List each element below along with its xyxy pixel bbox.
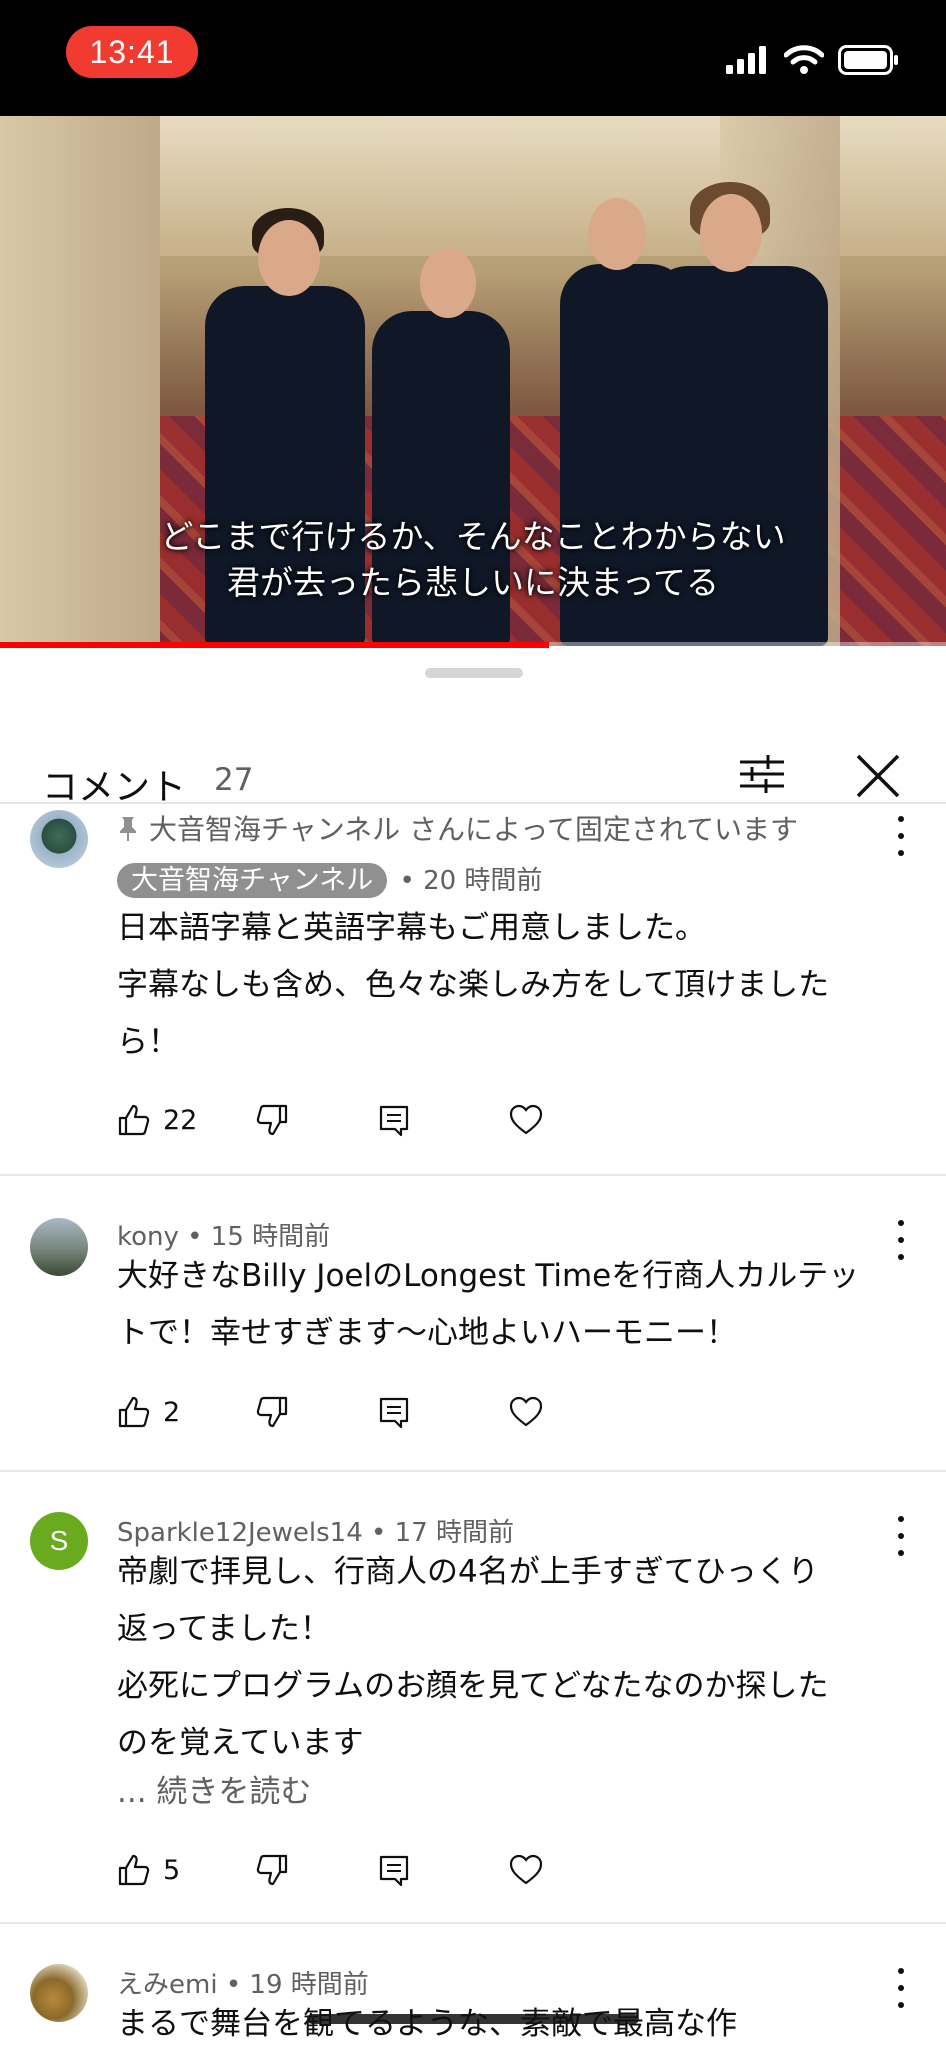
heart-button[interactable] — [509, 1390, 543, 1434]
performer-head — [700, 194, 762, 272]
thumbs-up-icon — [118, 1854, 150, 1886]
comment-line: 大好きなBilly JoelのLongest Timeを行商人カルテッ — [117, 1258, 860, 1294]
pinned-text: 大音智海チャンネル さんによって固定されています — [149, 813, 798, 846]
pinned-label: 大音智海チャンネル さんによって固定されています — [117, 808, 798, 848]
reply-button[interactable] — [377, 1098, 411, 1142]
reply-icon — [379, 1105, 409, 1137]
battery-icon — [838, 45, 898, 75]
like-button[interactable]: 2 — [117, 1390, 180, 1434]
comment-meta: 大音智海チャンネル • 20 時間前 — [117, 858, 543, 898]
thumbs-down-icon — [256, 1104, 288, 1136]
sliders-icon — [740, 755, 784, 793]
status-icons — [726, 40, 900, 80]
comment-line: ら！ — [117, 1024, 179, 1060]
comment-divider — [0, 1470, 946, 1472]
comment-line: 字幕なしも含め、色々な楽しみ方をして頂けました — [117, 967, 830, 1003]
comment-author[interactable]: 大音智海チャンネル — [117, 863, 388, 898]
thumbs-down-icon — [256, 1396, 288, 1428]
video-player[interactable]: どこまで行けるか、そんなことわからない 君が去ったら悲しいに決まってる — [0, 116, 946, 646]
home-indicator[interactable] — [307, 2014, 639, 2024]
performer-head — [258, 220, 320, 296]
dislike-button[interactable] — [255, 1098, 289, 1142]
avatar[interactable] — [30, 1218, 88, 1276]
reply-button[interactable] — [377, 1390, 411, 1434]
comment-line: トで！幸せすぎます〜心地よいハーモニー！ — [117, 1315, 737, 1351]
like-count: 2 — [163, 1396, 181, 1428]
performer-head — [420, 248, 476, 318]
read-more-link[interactable]: ... 続きを読む — [117, 1766, 311, 1811]
performer-head — [588, 198, 646, 270]
comment-item: kony • 15 時間前 大好きなBilly JoelのLongest Tim… — [0, 1180, 946, 1470]
avatar[interactable]: S — [30, 1512, 88, 1570]
avatar[interactable] — [30, 810, 88, 868]
comment-item: えみemi • 19 時間前 まるで舞台を観てるような、素敵で最高な作 — [0, 1928, 946, 2048]
like-button[interactable]: 5 — [117, 1848, 180, 1892]
thumbs-up-icon — [118, 1104, 150, 1136]
close-button[interactable] — [850, 748, 906, 804]
video-subtitle-line-2: 君が去ったら悲しいに決まってる — [226, 563, 720, 602]
comment-line: 帝劇で拝見し、行商人の4名が上手すぎてひっくり — [117, 1554, 819, 1590]
video-subtitle-line-1: どこまで行けるか、そんなことわからない — [160, 517, 786, 556]
wifi-icon — [784, 45, 824, 74]
comment-text: 大好きなBilly JoelのLongest Timeを行商人カルテッ トで！幸… — [117, 1248, 917, 1362]
thumbs-down-icon — [256, 1854, 288, 1886]
comment-line: 返ってました！ — [117, 1611, 331, 1647]
comment-text: まるで舞台を観てるような、素敵で最高な作 — [117, 1996, 917, 2053]
like-button[interactable]: 22 — [117, 1098, 197, 1142]
comment-item: S Sparkle12Jewels14 • 17 時間前 帝劇で拝見し、行商人の… — [0, 1476, 946, 1922]
comment-time: • 20 時間前 — [399, 866, 543, 896]
status-bar: 13:41 — [0, 0, 946, 116]
heart-button[interactable] — [509, 1098, 543, 1142]
heart-icon — [509, 1104, 543, 1135]
more-options-icon[interactable] — [896, 816, 906, 856]
comment-line: 必死にプログラムのお顔を見てどなたなのか探した — [117, 1668, 829, 1704]
comment-text: 帝劇で拝見し、行商人の4名が上手すぎてひっくり 返ってました！ 必死にプログラム… — [117, 1544, 917, 1772]
heart-icon — [509, 1396, 543, 1427]
comment-actions: 5 — [117, 1848, 567, 1892]
comment-item: 大音智海チャンネル さんによって固定されています 大音智海チャンネル • 20 … — [0, 806, 946, 1174]
like-count: 22 — [163, 1104, 198, 1136]
filter-button[interactable] — [736, 748, 788, 800]
comment-divider — [0, 1922, 946, 1924]
comment-divider — [0, 1174, 946, 1176]
comment-line: 日本語字幕と英語字幕もご用意しました。 — [117, 910, 706, 946]
status-time: 13:41 — [66, 26, 198, 78]
comment-actions: 22 — [117, 1098, 567, 1142]
close-icon — [856, 754, 900, 798]
comment-text: 日本語字幕と英語字幕もご用意しました。 字幕なしも含め、色々な楽しみ方をして頂け… — [117, 900, 917, 1071]
dislike-button[interactable] — [255, 1390, 289, 1434]
comment-line: のを覚えています — [117, 1725, 364, 1761]
comment-actions: 2 — [117, 1390, 567, 1434]
reply-button[interactable] — [377, 1848, 411, 1892]
header-divider — [0, 802, 946, 804]
heart-icon — [509, 1854, 543, 1885]
thumbs-up-icon — [118, 1396, 150, 1428]
signal-icon — [726, 46, 766, 74]
comment-line: まるで舞台を観てるような、素敵で最高な作 — [117, 2006, 737, 2042]
comments-count: 27 — [214, 762, 254, 798]
pin-icon — [120, 817, 136, 841]
reply-icon — [379, 1397, 409, 1429]
dislike-button[interactable] — [255, 1848, 289, 1892]
avatar[interactable] — [30, 1964, 88, 2022]
like-count: 5 — [163, 1854, 181, 1886]
reply-icon — [379, 1855, 409, 1887]
drag-handle[interactable] — [425, 668, 523, 678]
heart-button[interactable] — [509, 1848, 543, 1892]
